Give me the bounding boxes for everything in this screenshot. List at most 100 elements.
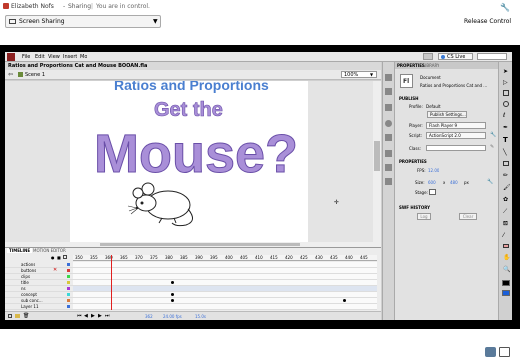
new-folder-icon[interactable]	[15, 314, 20, 318]
last-frame-icon[interactable]: ⏭	[105, 313, 110, 319]
layer-row[interactable]: Layer 11	[5, 304, 377, 310]
rectangle-tool-icon[interactable]	[503, 161, 509, 166]
eyedropper-tool-icon[interactable]: ⁄	[503, 232, 504, 239]
frame-label: 410	[255, 255, 263, 260]
frame-label: 385	[180, 255, 188, 260]
menu-file[interactable]: File	[22, 54, 30, 60]
motion-presets-icon[interactable]	[385, 178, 392, 185]
frame-track	[73, 286, 377, 291]
class-input[interactable]	[426, 145, 486, 151]
frame-label: 375	[150, 255, 158, 260]
fps-value[interactable]: 12.00	[428, 168, 439, 173]
pencil-icon[interactable]: ✎	[490, 144, 494, 150]
script-settings-icon[interactable]: 🔧	[490, 132, 496, 138]
info-panel-icon[interactable]	[385, 120, 392, 127]
deco-tool-icon[interactable]: ✿	[503, 196, 508, 203]
search-help-field[interactable]	[477, 53, 507, 60]
fullscreen-icon[interactable]	[499, 347, 510, 357]
player-dropdown[interactable]: Flash Player 9	[426, 122, 486, 129]
publish-settings-button[interactable]: Publish Settings...	[427, 111, 467, 118]
subselection-tool-icon[interactable]: ▷	[503, 79, 508, 86]
stage-canvas[interactable]: Ratios and Proportions Get the Mouse?	[70, 81, 308, 242]
3d-rotation-tool-icon[interactable]	[503, 101, 509, 107]
frame-ruler[interactable]: 350 355 360 365 370 375 380 385 390 395 …	[73, 255, 377, 261]
frame-label: 390	[195, 255, 203, 260]
playhead[interactable]	[111, 255, 112, 310]
sharing-app-icon	[3, 3, 9, 9]
size-settings-icon[interactable]: 🔧	[487, 179, 493, 185]
code-snippets-icon[interactable]	[385, 164, 392, 171]
delete-layer-icon[interactable]: 🗑	[23, 313, 29, 319]
stage-title: Ratios and Proportions	[114, 81, 269, 93]
lasso-tool-icon[interactable]: ℓ	[503, 112, 505, 119]
step-forward-icon[interactable]: ▶	[98, 313, 102, 319]
zoom-tool-icon[interactable]: 🔍	[503, 266, 510, 273]
frame-label: 370	[135, 255, 143, 260]
stroke-color-swatch[interactable]	[502, 280, 510, 286]
first-frame-icon[interactable]: ⏮	[77, 313, 82, 319]
wrench-icon[interactable]: 🔧	[500, 3, 510, 12]
new-layer-icon[interactable]	[8, 314, 12, 318]
document-tab[interactable]: Ratios and Proportions Cat and Mouse BOO…	[5, 62, 381, 70]
menu-view[interactable]: View	[48, 54, 60, 60]
transform-panel-icon[interactable]	[385, 134, 392, 141]
swatches-panel-icon[interactable]	[385, 88, 392, 95]
hand-tool-icon[interactable]: ✋	[503, 254, 510, 261]
fl-logo-icon	[7, 53, 15, 61]
lock-icon[interactable]: ■	[57, 255, 61, 260]
color-panel-icon[interactable]	[385, 74, 392, 81]
outline-icon[interactable]	[63, 255, 67, 259]
paint-bucket-tool-icon[interactable]: ⛾	[503, 220, 508, 228]
stage-color-swatch[interactable]	[429, 189, 436, 195]
line-tool-icon[interactable]: ╲	[503, 149, 507, 156]
frame-label: 400	[225, 255, 233, 260]
fill-color-swatch[interactable]	[502, 290, 510, 296]
layer-color-swatch	[67, 269, 70, 272]
menu-edit[interactable]: Edit	[35, 54, 45, 60]
keyframe-marker	[171, 299, 174, 302]
size-height[interactable]: 480	[450, 180, 458, 185]
publish-section-header[interactable]: PUBLISH	[399, 96, 419, 101]
fit-to-screen-icon[interactable]	[485, 347, 496, 357]
timeline-panel: TIMELINE MOTION EDITOR ● ■ 350 355 360 3…	[5, 247, 381, 320]
workspace-switcher[interactable]	[423, 53, 433, 60]
hidden-x-icon[interactable]: ✕	[53, 267, 57, 273]
log-button[interactable]: Log	[417, 213, 431, 220]
eraser-tool-icon[interactable]	[503, 244, 509, 248]
release-control-button[interactable]: Release Control	[464, 18, 511, 25]
frame-label: 425	[300, 255, 308, 260]
clear-button[interactable]: Clear	[459, 213, 477, 220]
swf-history-header[interactable]: SWF HISTORY	[399, 205, 430, 210]
script-dropdown[interactable]: ActionScript 2.0	[426, 132, 486, 139]
cs-live-button[interactable]: CS Live	[438, 53, 473, 60]
vertical-scrollbar[interactable]	[373, 81, 381, 242]
tab-timeline[interactable]: TIMELINE	[7, 248, 33, 253]
screen-sharing-dropdown[interactable]: Screen Sharing ▼	[5, 15, 161, 28]
frame-track	[73, 292, 377, 297]
pen-tool-icon[interactable]: ✒	[503, 124, 508, 131]
text-tool-icon[interactable]: T	[503, 136, 508, 144]
bone-tool-icon[interactable]: ⟋	[503, 208, 507, 216]
menu-insert[interactable]: Insert	[63, 54, 77, 60]
align-panel-icon[interactable]	[385, 104, 392, 111]
tab-motion-editor[interactable]: MOTION EDITOR	[31, 248, 68, 253]
scroll-thumb[interactable]	[374, 141, 380, 171]
document-icon-label: Fl	[403, 78, 410, 85]
menu-modify[interactable]: Mo	[80, 54, 87, 60]
tab-properties[interactable]: PROPERTIES	[397, 63, 425, 68]
brush-tool-icon[interactable]: 🖌	[503, 184, 511, 191]
tab-library[interactable]: LIBRARY	[423, 63, 439, 68]
pencil-tool-icon[interactable]: ✏	[503, 172, 508, 179]
zoom-dropdown[interactable]: 100% ▼	[341, 71, 377, 78]
properties-section-header[interactable]: PROPERTIES	[399, 159, 427, 164]
h-scroll-thumb[interactable]	[100, 243, 300, 246]
layer-color-swatch	[67, 293, 70, 296]
back-arrow-icon[interactable]: ⇦	[8, 71, 13, 78]
components-panel-icon[interactable]	[385, 150, 392, 157]
selection-tool-icon[interactable]: ➤	[503, 68, 508, 75]
size-width[interactable]: 600	[428, 180, 436, 185]
free-transform-tool-icon[interactable]	[503, 90, 509, 96]
play-icon[interactable]: ▶	[91, 313, 95, 319]
eye-icon[interactable]: ●	[51, 255, 55, 260]
step-back-icon[interactable]: ◀	[84, 313, 88, 319]
